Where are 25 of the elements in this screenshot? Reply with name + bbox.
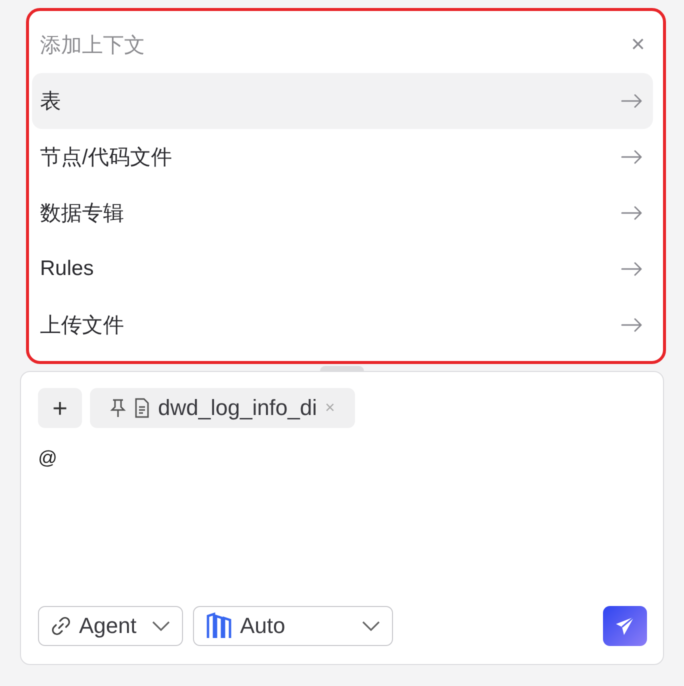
- document-icon: [134, 398, 150, 418]
- send-icon: [615, 616, 635, 636]
- arrow-icon: [621, 262, 643, 276]
- message-input[interactable]: @: [38, 448, 647, 606]
- bars-icon: [206, 612, 232, 640]
- link-icon: [51, 616, 71, 636]
- menu-item[interactable]: 数据专辑: [32, 185, 653, 241]
- mode-select[interactable]: Agent: [38, 606, 183, 646]
- context-chip[interactable]: dwd_log_info_di ×: [90, 388, 355, 428]
- menu-item[interactable]: Rules: [32, 241, 653, 297]
- chevron-icon: [362, 621, 380, 631]
- pin-icon: [110, 398, 126, 418]
- menu-item[interactable]: 节点/代码文件: [32, 129, 653, 185]
- send-button[interactable]: [603, 606, 647, 646]
- chip-label: dwd_log_info_di: [158, 395, 318, 421]
- menu-item[interactable]: 上传文件: [32, 297, 653, 353]
- arrow-icon: [621, 206, 643, 220]
- model-select[interactable]: Auto: [193, 606, 393, 646]
- add-button[interactable]: +: [38, 388, 82, 428]
- arrow-icon: [621, 318, 643, 332]
- chevron-icon: [152, 621, 170, 631]
- menu-item[interactable]: 表: [32, 73, 653, 129]
- menu-title: 添加上下文: [40, 33, 145, 59]
- arrow-icon: [621, 94, 643, 108]
- arrow-icon: [621, 150, 643, 164]
